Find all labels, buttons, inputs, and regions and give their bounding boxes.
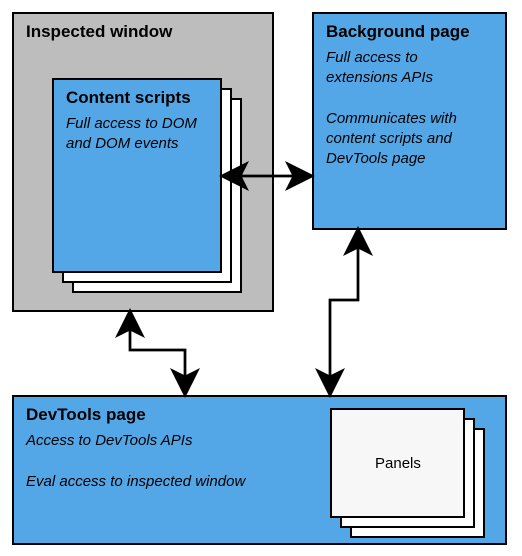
- background-page-title: Background page: [326, 22, 493, 42]
- content-scripts-box: Content scripts Full access to DOM and D…: [52, 78, 222, 273]
- arrow-background-devtools: [330, 241, 358, 383]
- content-scripts-title: Content scripts: [66, 88, 208, 108]
- panels-label: Panels: [375, 455, 421, 472]
- content-scripts-body: Full access to DOM and DOM events: [66, 114, 208, 155]
- inspected-window-title: Inspected window: [26, 22, 260, 42]
- background-page-body: Full access to extensions APIs Communica…: [326, 48, 493, 170]
- background-page-box: Background page Full access to extension…: [312, 12, 507, 230]
- arrow-inspected-devtools: [130, 323, 185, 383]
- devtools-page-body: Access to DevTools APIs Eval access to i…: [26, 431, 286, 492]
